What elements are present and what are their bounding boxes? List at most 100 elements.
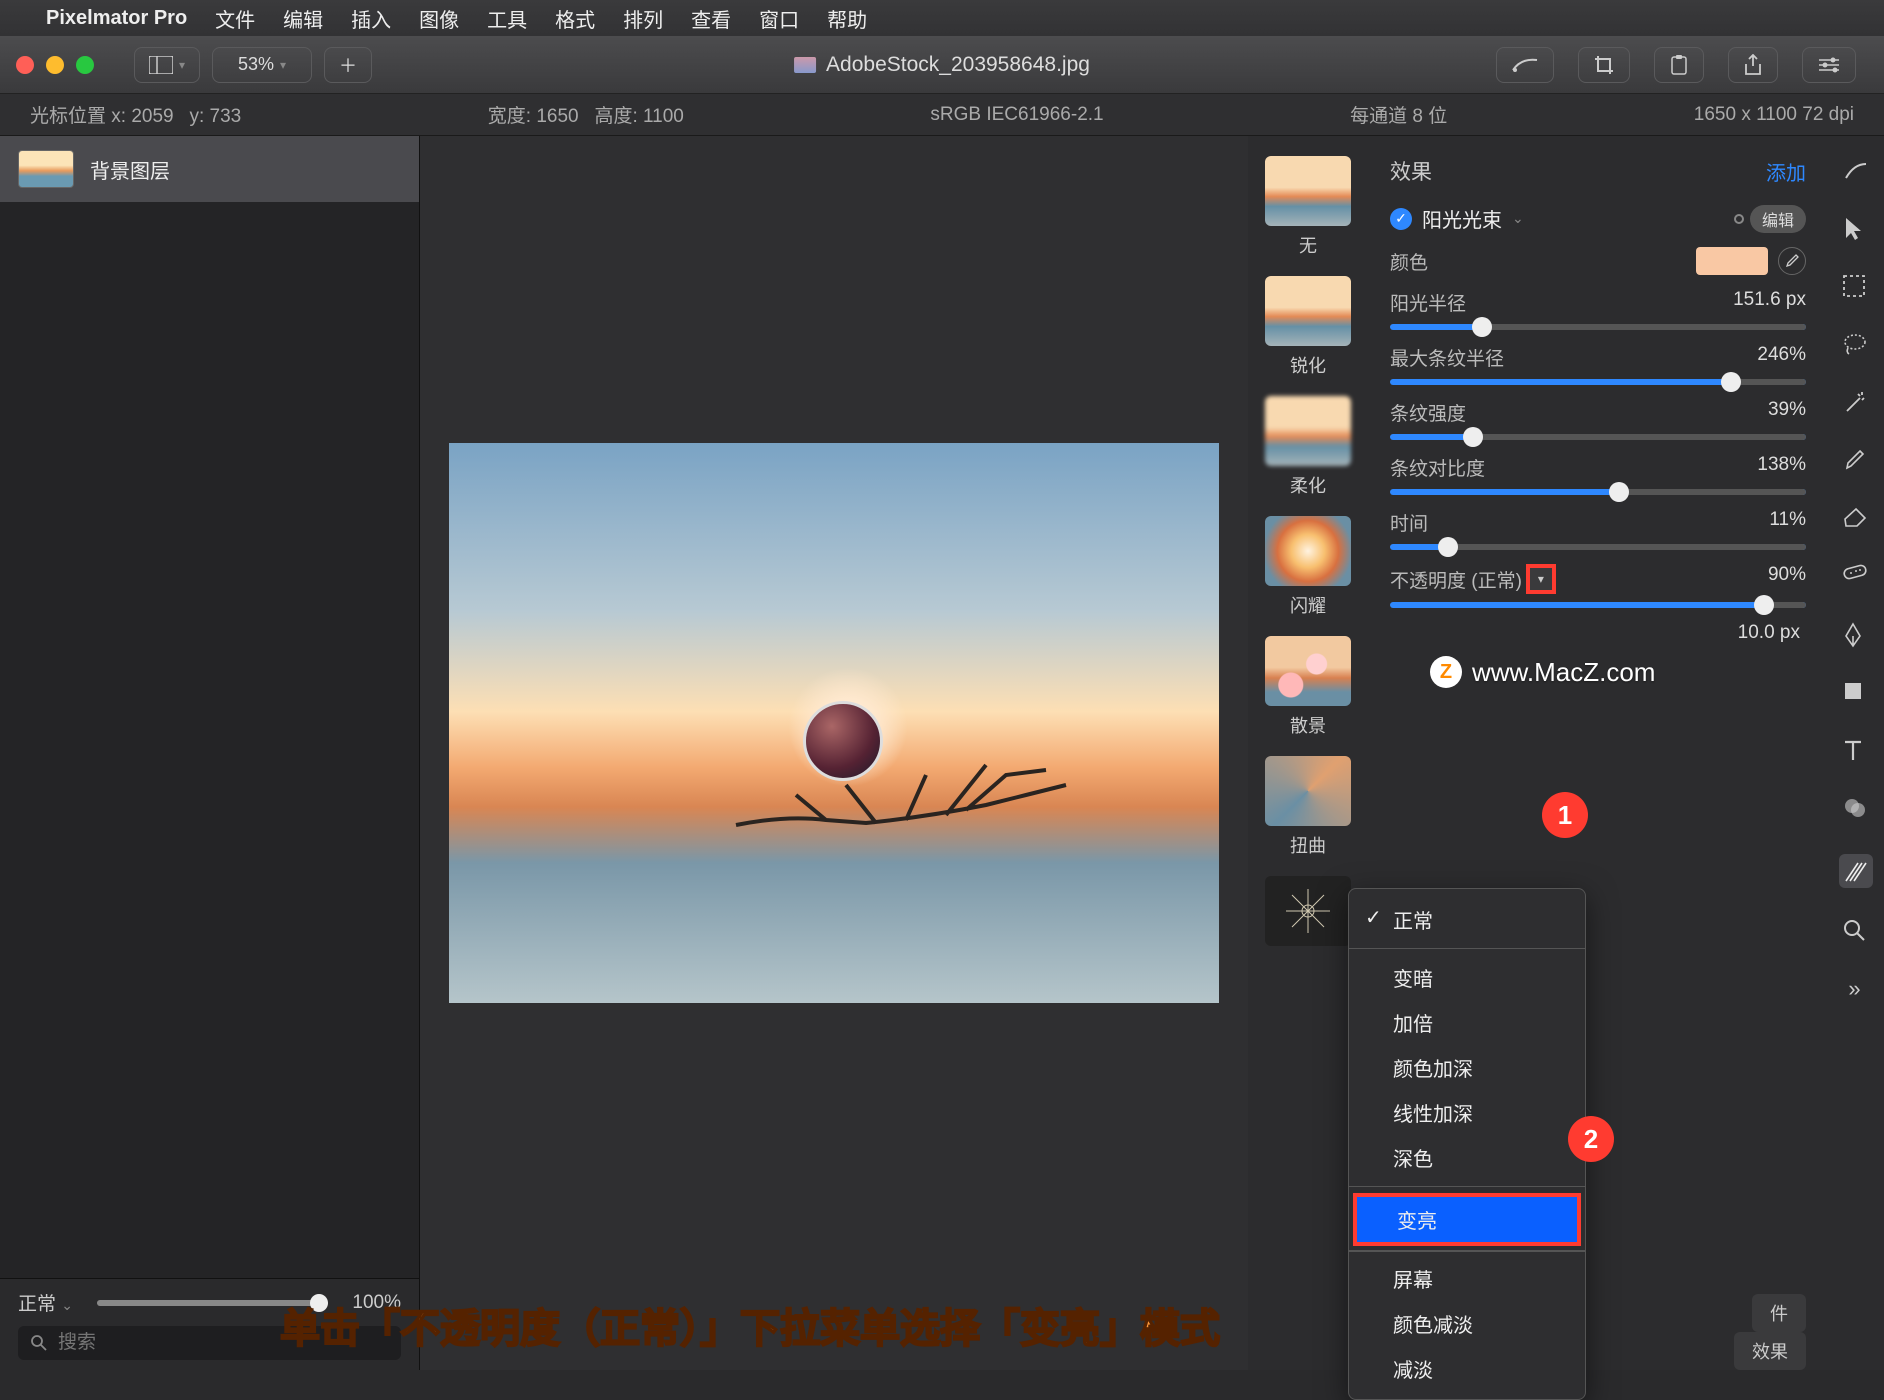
shape-icon[interactable]	[1842, 680, 1870, 708]
document-thumb-icon	[794, 57, 816, 73]
menu-file[interactable]: 文件	[215, 4, 255, 33]
blend-darken[interactable]: 变暗	[1349, 955, 1585, 1000]
param-slider[interactable]	[1390, 489, 1806, 495]
menu-arrange[interactable]: 排列	[623, 4, 663, 33]
blend-mode-dropdown[interactable]: 正常 ⌄	[18, 1289, 73, 1316]
preset-sharpen[interactable]: 锐化	[1265, 276, 1351, 378]
blend-linear-burn[interactable]: 线性加深	[1349, 1090, 1585, 1135]
opacity-blend-dropdown[interactable]: ▾	[1526, 564, 1556, 594]
arrow-icon[interactable]	[1842, 216, 1870, 244]
preset-none[interactable]: 无	[1265, 156, 1351, 258]
toolbar: ▾ 53%▾ ＋ AdobeStock_203958648.jpg	[0, 36, 1884, 94]
traffic-lights	[16, 56, 94, 74]
param-slider[interactable]	[1390, 324, 1806, 330]
param-slider[interactable]	[1390, 379, 1806, 385]
menu-tools[interactable]: 工具	[487, 4, 527, 33]
menu-view[interactable]: 查看	[691, 4, 731, 33]
app-name[interactable]: Pixelmator Pro	[46, 7, 187, 30]
param-slider[interactable]	[1390, 434, 1806, 440]
marquee-icon[interactable]	[1842, 274, 1870, 302]
brush-icon[interactable]	[1842, 158, 1870, 186]
zoom-level-dropdown[interactable]: 53%▾	[212, 47, 312, 83]
blend-multiply[interactable]: 加倍	[1349, 1000, 1585, 1045]
preset-bokeh[interactable]: 散景	[1265, 636, 1351, 738]
opacity-value: 90%	[1768, 564, 1806, 594]
menu-help[interactable]: 帮助	[827, 4, 867, 33]
blend-color-burn[interactable]: 颜色加深	[1349, 1045, 1585, 1090]
instruction-caption: 单击「不透明度（正常）」下拉菜单选择「变亮」模式	[280, 1296, 1220, 1354]
param-value: 151.6 px	[1733, 289, 1806, 316]
heal-icon[interactable]	[1842, 564, 1870, 592]
effect-seg-button[interactable]: 效果	[1734, 1332, 1806, 1370]
color-profile: sRGB IEC61966-2.1	[930, 104, 1103, 126]
zoom-icon[interactable]	[1842, 918, 1870, 946]
effect-point-icon[interactable]	[1734, 214, 1744, 224]
wand-icon[interactable]	[1842, 390, 1870, 418]
effect-enabled-checkbox[interactable]: ✓	[1390, 208, 1412, 230]
chevron-down-icon: ⌄	[1512, 210, 1524, 227]
param-slider[interactable]	[1390, 544, 1806, 550]
paste-button[interactable]	[1654, 47, 1704, 83]
crop-tool-button[interactable]	[1578, 47, 1630, 83]
effect-handle-icon[interactable]	[803, 701, 883, 781]
menu-insert[interactable]: 插入	[351, 4, 391, 33]
watermark-text: www.MacZ.com	[1472, 657, 1655, 688]
paintbrush-icon[interactable]	[1842, 448, 1870, 476]
add-effect-button[interactable]: 添加	[1766, 157, 1806, 186]
param-label: 阳光半径	[1390, 289, 1466, 316]
text-icon[interactable]	[1842, 738, 1870, 766]
layer-thumbnail-icon	[18, 150, 74, 188]
canvas[interactable]	[420, 136, 1248, 1370]
edit-button[interactable]: 编辑	[1750, 205, 1806, 233]
annotation-badge-1: 1	[1542, 792, 1588, 838]
effects-icon[interactable]	[1839, 854, 1873, 888]
param-label: 条纹对比度	[1390, 454, 1485, 481]
blend-lighten[interactable]: 变亮	[1353, 1193, 1581, 1246]
layers-panel: 背景图层 正常 ⌄ 100%	[0, 136, 420, 1370]
blend-color-dodge[interactable]: 颜色减淡	[1349, 1301, 1585, 1346]
lasso-icon[interactable]	[1842, 332, 1870, 360]
param-label: 条纹强度	[1390, 399, 1466, 426]
menu-window[interactable]: 窗口	[759, 4, 799, 33]
pen-icon[interactable]	[1842, 622, 1870, 650]
minimize-window-icon[interactable]	[46, 56, 64, 74]
close-window-icon[interactable]	[16, 56, 34, 74]
sidebar-toggle-button[interactable]: ▾	[134, 47, 200, 83]
color-label: 颜色	[1390, 248, 1428, 275]
blend-darker-color[interactable]: 深色	[1349, 1135, 1585, 1180]
preset-soften[interactable]: 柔化	[1265, 396, 1351, 498]
watermark-logo-icon: Z	[1430, 656, 1462, 688]
bits-per-channel: 每通道 8 位	[1350, 101, 1447, 128]
menu-image[interactable]: 图像	[419, 4, 459, 33]
canvas-image	[449, 443, 1219, 1003]
preset-kaleidoscope[interactable]	[1265, 876, 1351, 952]
layer-item[interactable]: 背景图层	[0, 136, 419, 202]
adjustments-button[interactable]	[1802, 47, 1856, 83]
preset-distort[interactable]: 扭曲	[1265, 756, 1351, 858]
watermark: Z www.MacZ.com	[1430, 656, 1655, 688]
search-icon	[30, 1334, 48, 1352]
menu-format[interactable]: 格式	[555, 4, 595, 33]
eyedropper-icon[interactable]	[1778, 247, 1806, 275]
opacity-slider[interactable]	[1390, 602, 1806, 608]
share-button[interactable]	[1728, 47, 1778, 83]
brush-tool-button[interactable]	[1496, 47, 1554, 83]
preset-shine[interactable]: 闪耀	[1265, 516, 1351, 618]
blend-screen[interactable]: 屏幕	[1349, 1256, 1585, 1301]
color-adjust-icon[interactable]	[1842, 796, 1870, 824]
param-value: 11%	[1769, 509, 1806, 536]
original-button[interactable]: 件	[1752, 1294, 1806, 1332]
add-button[interactable]: ＋	[324, 47, 372, 83]
layer-name: 背景图层	[90, 155, 170, 184]
eraser-icon[interactable]	[1842, 506, 1870, 534]
blend-dodge[interactable]: 减淡	[1349, 1346, 1585, 1391]
param-label: 最大条纹半径	[1390, 344, 1504, 371]
info-bar: 光标位置 x: 2059 y: 733 宽度: 1650 高度: 1100 sR…	[0, 94, 1884, 136]
blend-normal[interactable]: 正常	[1349, 897, 1585, 942]
effect-name[interactable]: 阳光光束	[1422, 204, 1502, 233]
color-swatch[interactable]	[1696, 247, 1768, 275]
more-tools-icon[interactable]: »	[1848, 976, 1863, 1002]
fullscreen-window-icon[interactable]	[76, 56, 94, 74]
document-title: AdobeStock_203958648.jpg	[794, 53, 1090, 77]
menu-edit[interactable]: 编辑	[283, 4, 323, 33]
